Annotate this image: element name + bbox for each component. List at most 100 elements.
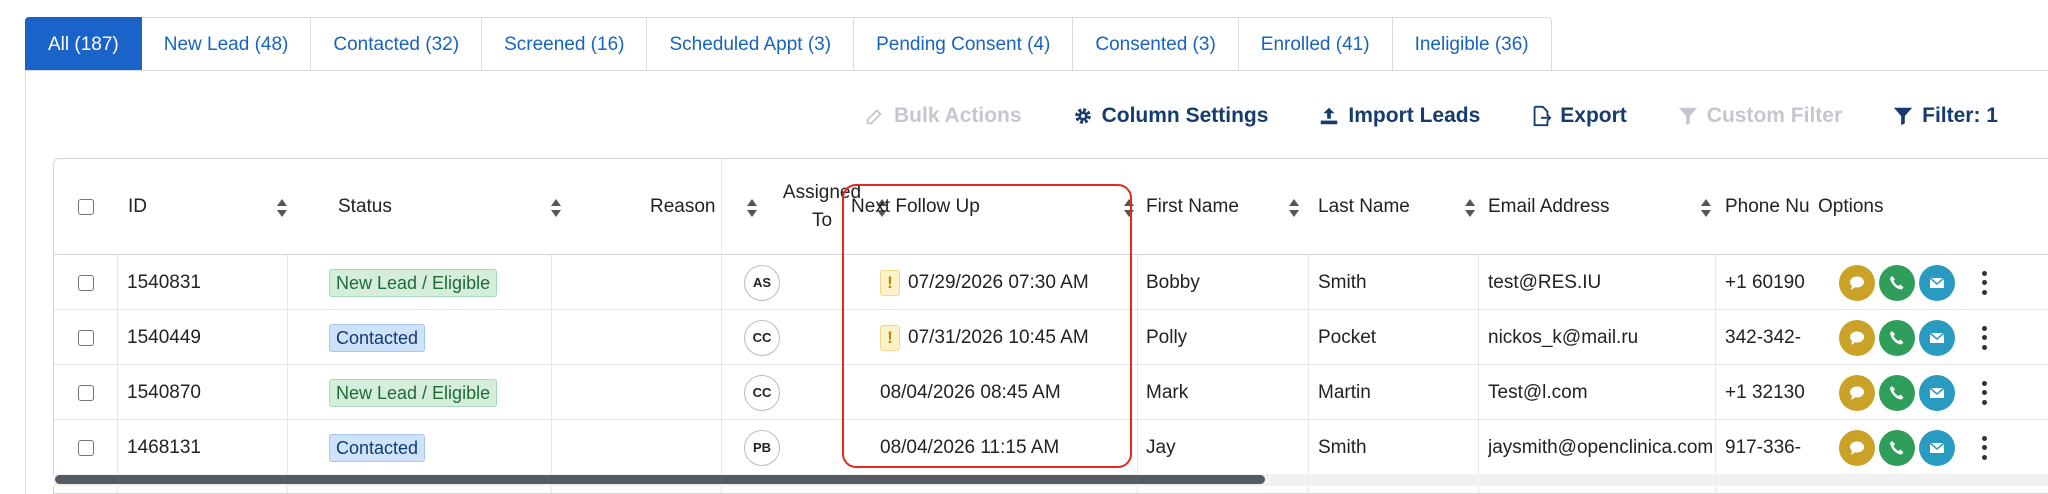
column-header-reason[interactable]: Reason — [596, 159, 768, 255]
filter-icon — [1678, 107, 1697, 126]
follow-up-cell: 08/04/2026 11:15 AM — [880, 420, 1059, 475]
phone-icon — [1890, 275, 1904, 289]
bulk-actions-label: Bulk Actions — [894, 104, 1022, 127]
call-button[interactable] — [1879, 264, 1915, 301]
sms-button[interactable] — [1839, 429, 1875, 466]
first-name-cell: Jay — [1146, 436, 1176, 458]
more-options-icon[interactable] — [1979, 380, 1989, 405]
select-all-checkbox[interactable] — [78, 199, 94, 215]
status-badge: New Lead / Eligible — [329, 268, 498, 297]
filter-button[interactable]: Filter: 1 — [1892, 104, 1998, 128]
pencil-icon — [866, 109, 882, 125]
id-cell: 1540870 — [127, 381, 201, 403]
column-header-next-follow-up[interactable]: Next Follow Up — [851, 159, 1137, 255]
column-header-id[interactable]: ID — [128, 159, 298, 255]
avatar[interactable]: CC — [744, 374, 780, 411]
tab-all[interactable]: All (187) — [25, 17, 142, 71]
column-header-first-name[interactable]: First Name — [1146, 159, 1310, 255]
column-settings-button[interactable]: Column Settings — [1072, 104, 1268, 128]
sort-icon — [1289, 199, 1299, 217]
column-header-email[interactable]: Email Address — [1488, 159, 1722, 255]
column-header-status[interactable]: Status — [338, 159, 572, 255]
email-button[interactable] — [1919, 374, 1955, 411]
follow-up-date: 08/04/2026 11:15 AM — [880, 436, 1060, 458]
row-checkbox-cell — [78, 310, 94, 365]
overdue-warning-icon: ! — [880, 269, 900, 296]
export-file-icon — [1533, 105, 1552, 127]
filter-icon — [1893, 107, 1913, 126]
tab-pending-consent[interactable]: Pending Consent (4) — [854, 17, 1074, 71]
phone-icon — [1890, 330, 1904, 344]
filter-label: Filter: 1 — [1922, 104, 1998, 127]
row-checkbox[interactable] — [78, 439, 94, 456]
table-row[interactable]: 1540449 Contacted CC ! 07/31/2026 10:45 A… — [54, 310, 2048, 365]
sms-button[interactable] — [1839, 264, 1875, 301]
more-options-icon[interactable] — [1979, 270, 1989, 295]
avatar[interactable]: PB — [744, 429, 780, 466]
tab-ineligible[interactable]: Ineligible (36) — [1392, 17, 1552, 71]
phone-cell: 342-342- — [1725, 326, 1802, 348]
assigned-cell: AS — [744, 255, 780, 310]
bulk-actions-button[interactable]: Bulk Actions — [864, 104, 1022, 128]
sms-button[interactable] — [1839, 374, 1875, 411]
envelope-icon — [1929, 276, 1945, 288]
tab-new-lead[interactable]: New Lead (48) — [141, 17, 312, 71]
more-options-icon[interactable] — [1979, 435, 1989, 460]
row-checkbox[interactable] — [78, 329, 94, 346]
sms-button[interactable] — [1839, 319, 1875, 356]
last-name-cell: Martin — [1318, 381, 1371, 403]
email-cell: test@RES.IU — [1488, 271, 1602, 293]
call-button[interactable] — [1879, 374, 1915, 411]
options-cell — [1839, 255, 1989, 310]
assigned-cell: CC — [744, 365, 780, 420]
sort-icon — [277, 199, 287, 217]
table-row[interactable]: 1540870 New Lead / Eligible CC 08/04/202… — [54, 365, 2048, 420]
custom-filter-button[interactable]: Custom Filter — [1677, 104, 1842, 128]
call-button[interactable] — [1879, 319, 1915, 356]
phone-icon — [1890, 440, 1904, 454]
assigned-cell: PB — [744, 420, 780, 475]
avatar[interactable]: AS — [744, 264, 780, 301]
tab-screened[interactable]: Screened (16) — [482, 17, 648, 71]
export-button[interactable]: Export — [1530, 104, 1627, 128]
follow-up-cell: ! 07/31/2026 10:45 AM — [880, 310, 1089, 365]
tab-scheduled-appt[interactable]: Scheduled Appt (3) — [647, 17, 855, 71]
first-name-cell: Bobby — [1146, 271, 1200, 293]
last-name-cell: Smith — [1318, 436, 1367, 458]
call-button[interactable] — [1879, 429, 1915, 466]
tab-contacted[interactable]: Contacted (32) — [311, 17, 483, 71]
upload-icon — [1321, 107, 1338, 125]
email-button[interactable] — [1919, 319, 1955, 356]
tab-consented[interactable]: Consented (3) — [1073, 17, 1239, 71]
avatar[interactable]: CC — [744, 319, 780, 356]
tab-enrolled[interactable]: Enrolled (41) — [1238, 17, 1393, 71]
column-header-phone[interactable]: Phone Nu — [1725, 159, 1825, 255]
assigned-cell: CC — [744, 310, 780, 365]
row-checkbox[interactable] — [78, 384, 94, 401]
gear-icon — [1074, 108, 1091, 124]
more-options-icon[interactable] — [1979, 325, 1989, 350]
table-row[interactable]: 1540831 New Lead / Eligible AS ! 07/29/20… — [54, 255, 2048, 310]
column-header-options-label: Options — [1818, 196, 1884, 217]
import-leads-button[interactable]: Import Leads — [1318, 104, 1480, 128]
sort-icon — [1701, 199, 1711, 217]
status-cell: New Lead / Eligible — [329, 255, 498, 310]
follow-up-date: 08/04/2026 08:45 AM — [880, 381, 1061, 403]
horizontal-scrollbar[interactable] — [53, 474, 2048, 486]
table-row[interactable]: 1468131 Contacted PB 08/04/2026 11:15 AM… — [54, 420, 2048, 475]
select-all-checkbox-cell — [78, 159, 94, 255]
sort-icon — [551, 199, 561, 217]
row-checkbox-cell — [78, 255, 94, 310]
email-button[interactable] — [1919, 264, 1955, 301]
column-header-options: Options — [1818, 159, 1883, 255]
email-button[interactable] — [1919, 429, 1955, 466]
export-label: Export — [1560, 104, 1627, 127]
last-name-cell: Smith — [1318, 271, 1367, 293]
scrollbar-thumb[interactable] — [55, 475, 1265, 484]
chat-bubble-icon — [1850, 441, 1864, 455]
column-header-last-name[interactable]: Last Name — [1318, 159, 1486, 255]
overdue-warning-icon: ! — [880, 324, 900, 351]
chat-bubble-icon — [1850, 276, 1864, 290]
row-checkbox[interactable] — [78, 274, 94, 291]
options-cell — [1839, 310, 1989, 365]
